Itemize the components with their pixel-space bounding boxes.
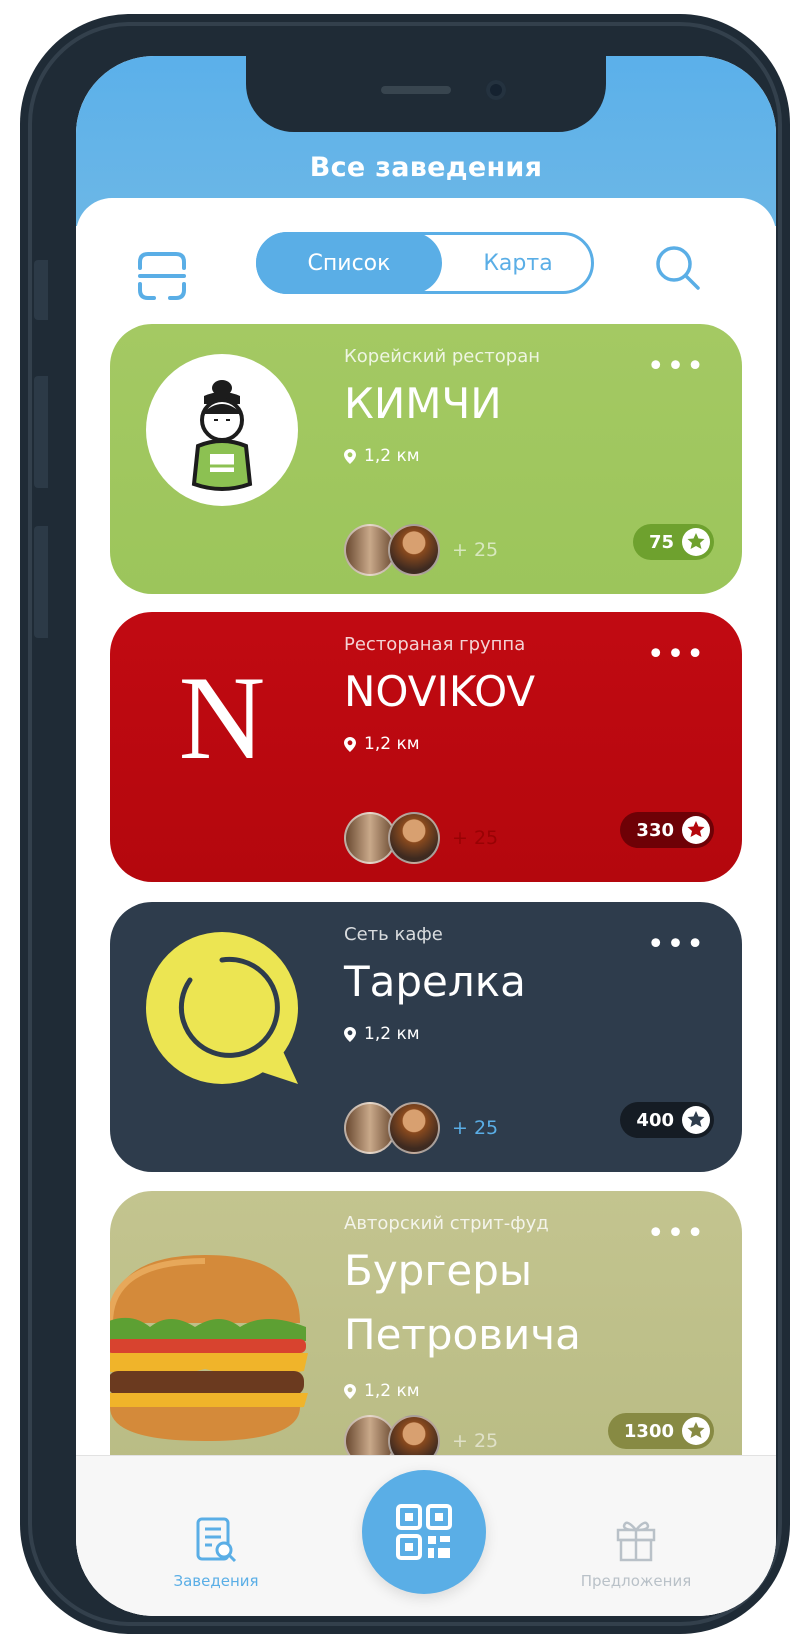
tab-venues[interactable]: Заведения bbox=[156, 1516, 276, 1590]
tab-offers[interactable]: Предложения bbox=[576, 1516, 696, 1590]
speaker bbox=[381, 86, 451, 94]
side-button-mute bbox=[34, 260, 48, 320]
tab-label: Заведения bbox=[173, 1572, 259, 1590]
burger-image bbox=[110, 1231, 310, 1441]
qr-code-icon[interactable] bbox=[362, 1470, 486, 1594]
distance-label: 1,2 км bbox=[364, 734, 420, 754]
venue-card-kimchi[interactable]: Корейский ресторан КИМЧИ 1,2 км ••• + 25… bbox=[110, 324, 742, 594]
venue-distance: 1,2 км bbox=[344, 734, 420, 754]
venue-name: NOVIKOV bbox=[344, 667, 536, 716]
tab-list[interactable]: Список bbox=[256, 232, 442, 294]
venue-name: Тарелка bbox=[344, 957, 526, 1006]
points-badge: 330 bbox=[620, 812, 714, 848]
more-options-icon[interactable]: ••• bbox=[647, 930, 706, 960]
coin-icon bbox=[682, 1106, 710, 1134]
search-icon[interactable] bbox=[650, 240, 706, 296]
friends-count: + 25 bbox=[452, 1117, 499, 1139]
location-pin-icon bbox=[344, 736, 356, 752]
venue-type: Ресторaная группа bbox=[344, 634, 526, 655]
coin-icon bbox=[682, 1417, 710, 1445]
avatar bbox=[388, 812, 440, 864]
venue-name: Бургеры Петровича bbox=[344, 1247, 581, 1359]
points-value: 1300 bbox=[623, 1420, 674, 1442]
coin-icon bbox=[682, 816, 710, 844]
screen: Все заведения Список Карта Корейский рес… bbox=[76, 56, 776, 1616]
venue-distance: 1,2 км bbox=[344, 1381, 420, 1401]
camera bbox=[486, 80, 506, 100]
scan-frame-icon[interactable] bbox=[134, 248, 190, 304]
friends-avatars: + 25 bbox=[344, 1100, 498, 1156]
phone-frame: Все заведения Список Карта Корейский рес… bbox=[20, 14, 790, 1634]
novikov-logo: N bbox=[146, 642, 298, 794]
coin-icon bbox=[682, 528, 710, 556]
points-badge: 400 bbox=[620, 1102, 714, 1138]
tarelka-logo bbox=[146, 932, 298, 1084]
points-value: 400 bbox=[636, 1109, 674, 1131]
friends-avatars: + 25 bbox=[344, 810, 498, 866]
list-search-icon bbox=[196, 1517, 237, 1563]
points-value: 330 bbox=[636, 819, 674, 841]
more-options-icon[interactable]: ••• bbox=[647, 640, 706, 670]
venue-distance: 1,2 км bbox=[344, 446, 420, 466]
friends-count: + 25 bbox=[452, 539, 499, 561]
side-button-volume-up bbox=[34, 376, 48, 488]
tab-label: Предложения bbox=[580, 1572, 692, 1590]
page-title: Все заведения bbox=[309, 152, 543, 183]
points-badge: 1300 bbox=[607, 1413, 714, 1449]
points-badge: 75 bbox=[632, 524, 714, 560]
avatar bbox=[388, 524, 440, 576]
distance-label: 1,2 км bbox=[364, 1024, 420, 1044]
notch bbox=[246, 56, 606, 132]
gift-icon bbox=[616, 1521, 656, 1562]
friends-count: + 25 bbox=[452, 827, 499, 849]
location-pin-icon bbox=[344, 1026, 356, 1042]
avatar bbox=[388, 1102, 440, 1154]
venue-card-novikov[interactable]: N Ресторaная группа NOVIKOV 1,2 км ••• +… bbox=[110, 612, 742, 882]
view-toggle: Список Карта bbox=[256, 232, 594, 294]
venue-card-tarelka[interactable]: Сеть кафе Тарелка 1,2 км ••• + 25 400 bbox=[110, 902, 742, 1172]
venue-name-line2: Петровича bbox=[344, 1310, 581, 1359]
distance-label: 1,2 км bbox=[364, 1381, 420, 1401]
venue-type: Сеть кафе bbox=[344, 924, 443, 945]
points-value: 75 bbox=[648, 531, 674, 553]
more-options-icon[interactable]: ••• bbox=[647, 352, 706, 382]
kimchi-logo bbox=[146, 354, 298, 506]
location-pin-icon bbox=[344, 448, 356, 464]
venue-type: Авторский стрит-фуд bbox=[344, 1213, 549, 1234]
distance-label: 1,2 км bbox=[364, 446, 420, 466]
friends-avatars: + 25 bbox=[344, 522, 498, 578]
friends-count: + 25 bbox=[452, 1430, 499, 1452]
novikov-logo-letter: N bbox=[178, 651, 266, 784]
side-button-volume-down bbox=[34, 526, 48, 638]
venue-name: КИМЧИ bbox=[344, 379, 502, 428]
venue-name-line1: Бургеры bbox=[344, 1246, 533, 1295]
more-options-icon[interactable]: ••• bbox=[647, 1219, 706, 1249]
venue-type: Корейский ресторан bbox=[344, 346, 540, 367]
tab-map[interactable]: Карта bbox=[445, 235, 591, 291]
location-pin-icon bbox=[344, 1383, 356, 1399]
venue-distance: 1,2 км bbox=[344, 1024, 420, 1044]
